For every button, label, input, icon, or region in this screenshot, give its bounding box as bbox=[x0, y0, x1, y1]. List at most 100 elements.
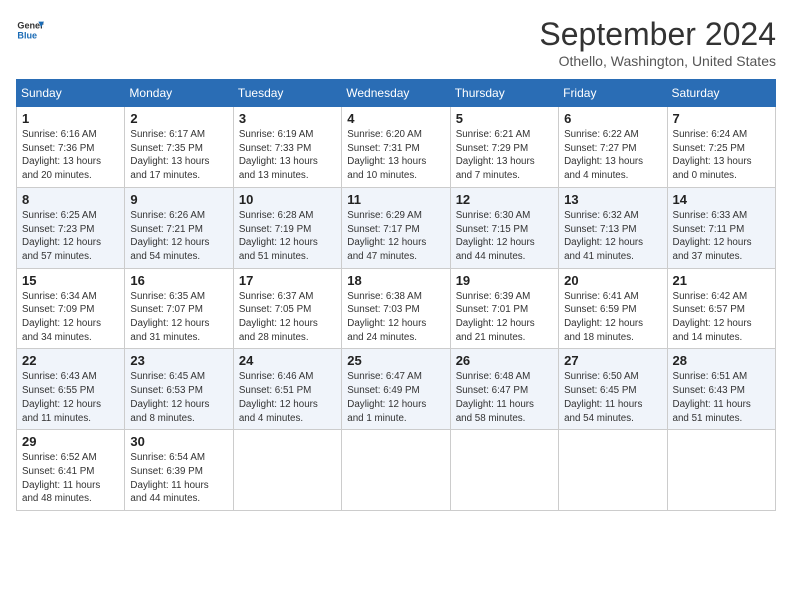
day-number: 25 bbox=[347, 353, 444, 368]
day-header-thursday: Thursday bbox=[450, 80, 558, 107]
day-number: 10 bbox=[239, 192, 336, 207]
calendar-week-row: 29 Sunrise: 6:52 AM Sunset: 6:41 PM Dayli… bbox=[17, 430, 776, 511]
calendar-cell: 11 Sunrise: 6:29 AM Sunset: 7:17 PM Dayli… bbox=[342, 187, 450, 268]
calendar-cell: 4 Sunrise: 6:20 AM Sunset: 7:31 PM Daylig… bbox=[342, 107, 450, 188]
day-number: 9 bbox=[130, 192, 227, 207]
day-number: 5 bbox=[456, 111, 553, 126]
day-number: 11 bbox=[347, 192, 444, 207]
day-number: 22 bbox=[22, 353, 119, 368]
svg-text:Blue: Blue bbox=[17, 30, 37, 40]
day-number: 12 bbox=[456, 192, 553, 207]
day-number: 4 bbox=[347, 111, 444, 126]
day-info: Sunrise: 6:16 AM Sunset: 7:36 PM Dayligh… bbox=[22, 128, 119, 183]
day-info: Sunrise: 6:34 AM Sunset: 7:09 PM Dayligh… bbox=[22, 290, 119, 345]
day-number: 3 bbox=[239, 111, 336, 126]
day-header-monday: Monday bbox=[125, 80, 233, 107]
calendar-cell: 13 Sunrise: 6:32 AM Sunset: 7:13 PM Dayli… bbox=[559, 187, 667, 268]
day-info: Sunrise: 6:21 AM Sunset: 7:29 PM Dayligh… bbox=[456, 128, 553, 183]
day-number: 27 bbox=[564, 353, 661, 368]
calendar-cell: 25Sunrise: 6:47 AM Sunset: 6:49 PM Dayli… bbox=[342, 349, 450, 430]
day-info: Sunrise: 6:26 AM Sunset: 7:21 PM Dayligh… bbox=[130, 209, 227, 264]
month-title: September 2024 bbox=[539, 16, 776, 53]
day-number: 23 bbox=[130, 353, 227, 368]
day-info: Sunrise: 6:20 AM Sunset: 7:31 PM Dayligh… bbox=[347, 128, 444, 183]
calendar-cell: 6Sunrise: 6:22 AM Sunset: 7:27 PM Daylig… bbox=[559, 107, 667, 188]
day-info: Sunrise: 6:48 AM Sunset: 6:47 PM Dayligh… bbox=[456, 370, 553, 425]
calendar-cell: 15 Sunrise: 6:34 AM Sunset: 7:09 PM Dayli… bbox=[17, 268, 125, 349]
day-info: Sunrise: 6:24 AM Sunset: 7:25 PM Dayligh… bbox=[673, 128, 770, 183]
calendar-cell: 3 Sunrise: 6:19 AM Sunset: 7:33 PM Daylig… bbox=[233, 107, 341, 188]
day-number: 19 bbox=[456, 273, 553, 288]
day-info: Sunrise: 6:30 AM Sunset: 7:15 PM Dayligh… bbox=[456, 209, 553, 264]
calendar-cell: 16Sunrise: 6:35 AM Sunset: 7:07 PM Dayli… bbox=[125, 268, 233, 349]
day-info: Sunrise: 6:42 AM Sunset: 6:57 PM Dayligh… bbox=[673, 290, 770, 345]
calendar-cell: 22 Sunrise: 6:43 AM Sunset: 6:55 PM Dayli… bbox=[17, 349, 125, 430]
calendar-header-row: SundayMondayTuesdayWednesdayThursdayFrid… bbox=[17, 80, 776, 107]
calendar-cell: 14 Sunrise: 6:33 AM Sunset: 7:11 PM Dayli… bbox=[667, 187, 775, 268]
calendar-cell: 21 Sunrise: 6:42 AM Sunset: 6:57 PM Dayli… bbox=[667, 268, 775, 349]
day-number: 29 bbox=[22, 434, 119, 449]
day-number: 26 bbox=[456, 353, 553, 368]
calendar-cell bbox=[233, 430, 341, 511]
day-number: 2 bbox=[130, 111, 227, 126]
calendar-cell: 1Sunrise: 6:16 AM Sunset: 7:36 PM Daylig… bbox=[17, 107, 125, 188]
day-header-saturday: Saturday bbox=[667, 80, 775, 107]
calendar-cell bbox=[450, 430, 558, 511]
day-info: Sunrise: 6:38 AM Sunset: 7:03 PM Dayligh… bbox=[347, 290, 444, 345]
day-number: 28 bbox=[673, 353, 770, 368]
calendar-cell bbox=[559, 430, 667, 511]
day-header-sunday: Sunday bbox=[17, 80, 125, 107]
calendar-cell: 5 Sunrise: 6:21 AM Sunset: 7:29 PM Daylig… bbox=[450, 107, 558, 188]
calendar-cell: 29 Sunrise: 6:52 AM Sunset: 6:41 PM Dayli… bbox=[17, 430, 125, 511]
calendar-cell: 30Sunrise: 6:54 AM Sunset: 6:39 PM Dayli… bbox=[125, 430, 233, 511]
calendar-week-row: 15 Sunrise: 6:34 AM Sunset: 7:09 PM Dayli… bbox=[17, 268, 776, 349]
calendar-cell: 8Sunrise: 6:25 AM Sunset: 7:23 PM Daylig… bbox=[17, 187, 125, 268]
day-info: Sunrise: 6:32 AM Sunset: 7:13 PM Dayligh… bbox=[564, 209, 661, 264]
calendar-cell bbox=[667, 430, 775, 511]
calendar-week-row: 22 Sunrise: 6:43 AM Sunset: 6:55 PM Dayli… bbox=[17, 349, 776, 430]
day-info: Sunrise: 6:46 AM Sunset: 6:51 PM Dayligh… bbox=[239, 370, 336, 425]
calendar-cell bbox=[342, 430, 450, 511]
calendar-cell: 12 Sunrise: 6:30 AM Sunset: 7:15 PM Dayli… bbox=[450, 187, 558, 268]
calendar-cell: 28 Sunrise: 6:51 AM Sunset: 6:43 PM Dayli… bbox=[667, 349, 775, 430]
day-header-friday: Friday bbox=[559, 80, 667, 107]
day-info: Sunrise: 6:19 AM Sunset: 7:33 PM Dayligh… bbox=[239, 128, 336, 183]
day-info: Sunrise: 6:37 AM Sunset: 7:05 PM Dayligh… bbox=[239, 290, 336, 345]
day-number: 20 bbox=[564, 273, 661, 288]
location-title: Othello, Washington, United States bbox=[539, 53, 776, 69]
calendar-cell: 23 Sunrise: 6:45 AM Sunset: 6:53 PM Dayli… bbox=[125, 349, 233, 430]
day-header-wednesday: Wednesday bbox=[342, 80, 450, 107]
day-info: Sunrise: 6:29 AM Sunset: 7:17 PM Dayligh… bbox=[347, 209, 444, 264]
calendar-cell: 27 Sunrise: 6:50 AM Sunset: 6:45 PM Dayli… bbox=[559, 349, 667, 430]
day-number: 21 bbox=[673, 273, 770, 288]
day-number: 13 bbox=[564, 192, 661, 207]
day-number: 8 bbox=[22, 192, 119, 207]
day-number: 17 bbox=[239, 273, 336, 288]
day-info: Sunrise: 6:52 AM Sunset: 6:41 PM Dayligh… bbox=[22, 451, 119, 506]
day-info: Sunrise: 6:33 AM Sunset: 7:11 PM Dayligh… bbox=[673, 209, 770, 264]
day-info: Sunrise: 6:43 AM Sunset: 6:55 PM Dayligh… bbox=[22, 370, 119, 425]
day-header-tuesday: Tuesday bbox=[233, 80, 341, 107]
day-info: Sunrise: 6:51 AM Sunset: 6:43 PM Dayligh… bbox=[673, 370, 770, 425]
day-info: Sunrise: 6:50 AM Sunset: 6:45 PM Dayligh… bbox=[564, 370, 661, 425]
calendar-cell: 10 Sunrise: 6:28 AM Sunset: 7:19 PM Dayli… bbox=[233, 187, 341, 268]
calendar-cell: 20Sunrise: 6:41 AM Sunset: 6:59 PM Dayli… bbox=[559, 268, 667, 349]
day-number: 14 bbox=[673, 192, 770, 207]
logo: General Blue bbox=[16, 16, 44, 44]
day-number: 15 bbox=[22, 273, 119, 288]
calendar-cell: 19 Sunrise: 6:39 AM Sunset: 7:01 PM Dayli… bbox=[450, 268, 558, 349]
calendar-week-row: 8Sunrise: 6:25 AM Sunset: 7:23 PM Daylig… bbox=[17, 187, 776, 268]
calendar-cell: 24 Sunrise: 6:46 AM Sunset: 6:51 PM Dayli… bbox=[233, 349, 341, 430]
header: General Blue September 2024 Othello, Was… bbox=[16, 16, 776, 69]
day-number: 24 bbox=[239, 353, 336, 368]
day-info: Sunrise: 6:17 AM Sunset: 7:35 PM Dayligh… bbox=[130, 128, 227, 183]
day-info: Sunrise: 6:54 AM Sunset: 6:39 PM Dayligh… bbox=[130, 451, 227, 506]
calendar-cell: 18Sunrise: 6:38 AM Sunset: 7:03 PM Dayli… bbox=[342, 268, 450, 349]
calendar-cell: 26 Sunrise: 6:48 AM Sunset: 6:47 PM Dayli… bbox=[450, 349, 558, 430]
calendar-cell: 17 Sunrise: 6:37 AM Sunset: 7:05 PM Dayli… bbox=[233, 268, 341, 349]
day-info: Sunrise: 6:39 AM Sunset: 7:01 PM Dayligh… bbox=[456, 290, 553, 345]
day-info: Sunrise: 6:45 AM Sunset: 6:53 PM Dayligh… bbox=[130, 370, 227, 425]
day-number: 7 bbox=[673, 111, 770, 126]
calendar-cell: 2 Sunrise: 6:17 AM Sunset: 7:35 PM Daylig… bbox=[125, 107, 233, 188]
day-info: Sunrise: 6:28 AM Sunset: 7:19 PM Dayligh… bbox=[239, 209, 336, 264]
